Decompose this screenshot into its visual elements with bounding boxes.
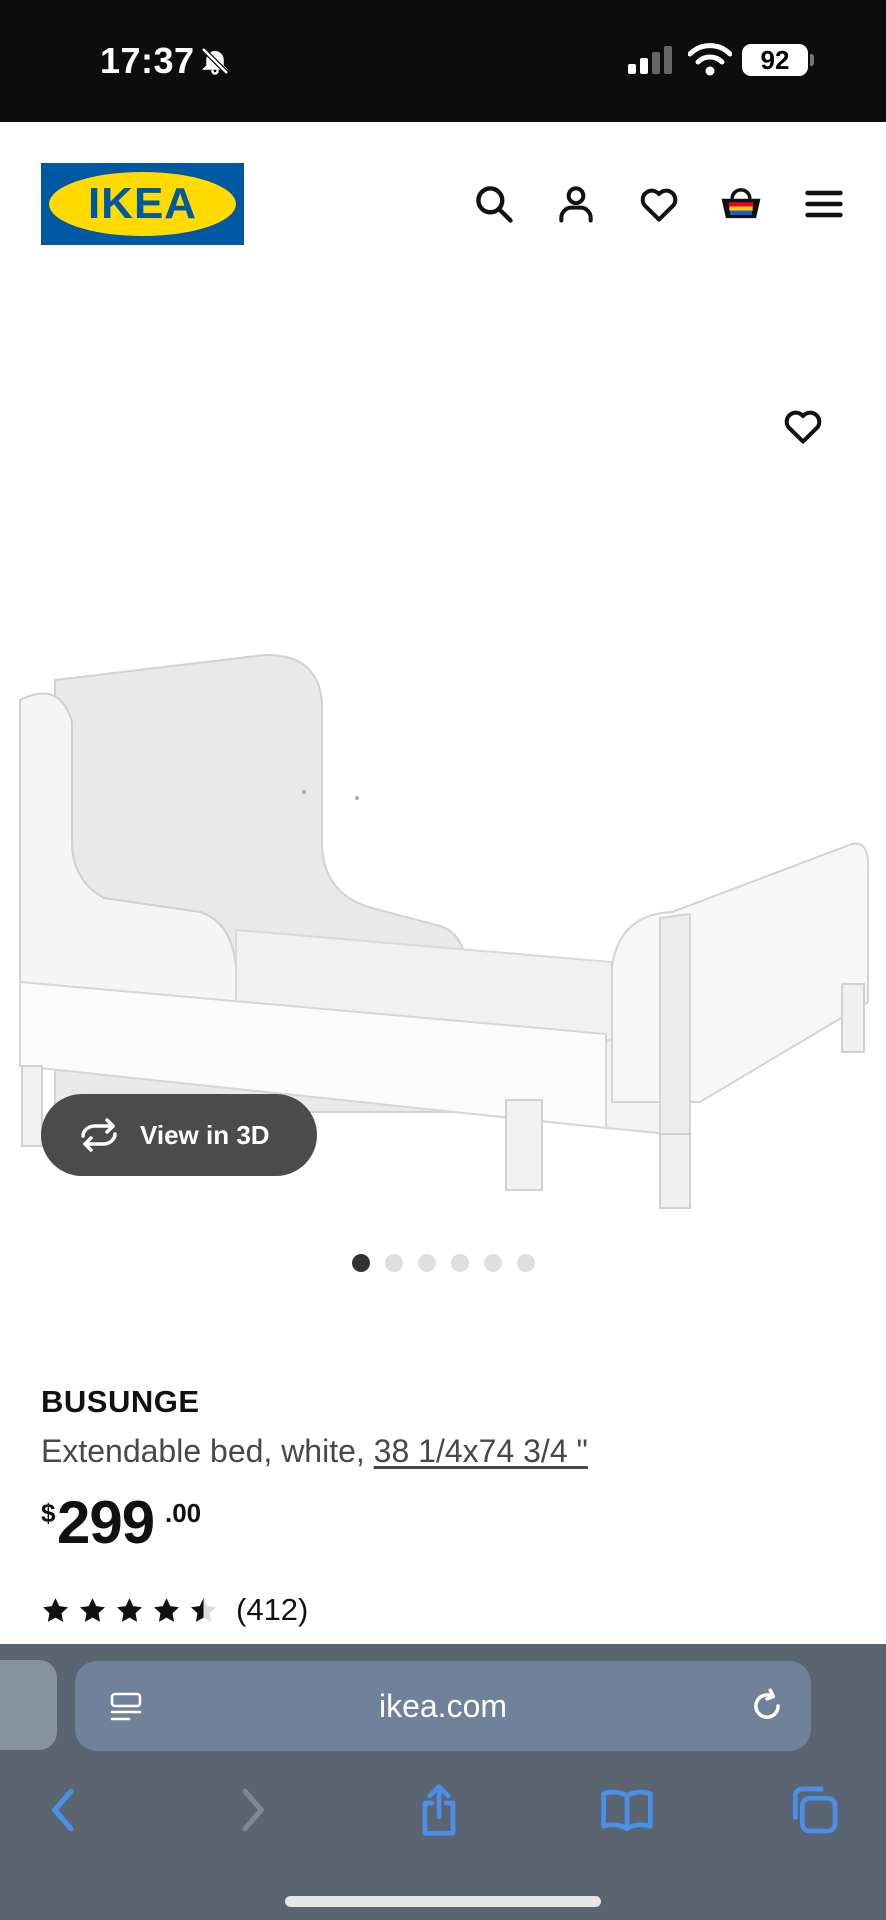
pagination-dot-6[interactable] (517, 1254, 535, 1272)
heart-icon[interactable] (637, 182, 681, 226)
product-gallery[interactable]: View in 3D (0, 282, 886, 1272)
view-in-3d-label: View in 3D (140, 1120, 270, 1150)
search-icon[interactable] (472, 182, 516, 226)
status-time: 17:37 (100, 40, 195, 81)
forward-icon (224, 1782, 280, 1838)
product-description: Extendable bed, white, 38 1/4x74 3/4 " (41, 1433, 588, 1470)
price-currency: $ (41, 1498, 56, 1528)
url-text: ikea.com (378, 1688, 508, 1724)
account-icon[interactable] (554, 182, 598, 226)
star-icon (117, 1598, 142, 1622)
site-header: IKEA (0, 122, 886, 282)
rotate-3d-icon (77, 1118, 121, 1157)
product-size-link[interactable]: 38 1/4x74 3/4 " (374, 1433, 588, 1469)
pagination-dot-3[interactable] (418, 1254, 436, 1272)
pagination-dot-1[interactable] (352, 1254, 370, 1272)
ikea-logo[interactable]: IKEA (41, 163, 244, 245)
reload-icon[interactable] (748, 1687, 786, 1730)
share-icon[interactable] (411, 1782, 467, 1838)
half-star-icon (191, 1598, 216, 1622)
rating-stars (41, 1596, 218, 1625)
star-icon (80, 1598, 105, 1622)
pagination-dot-5[interactable] (484, 1254, 502, 1272)
price-integer: 299 (57, 1489, 155, 1556)
logo-oval: IKEA (49, 172, 236, 236)
browser-toolbar: ikea.com (0, 1644, 886, 1920)
star-icon (154, 1598, 179, 1622)
pagination-dot-4[interactable] (451, 1254, 469, 1272)
menu-icon[interactable] (802, 182, 846, 226)
logo-text: IKEA (87, 179, 198, 228)
view-in-3d-button[interactable]: View in 3D (41, 1094, 317, 1176)
star-icon (43, 1598, 68, 1622)
price-decimal: .00 (165, 1498, 202, 1528)
cellular-signal-icon (628, 46, 674, 79)
back-icon[interactable] (36, 1782, 92, 1838)
product-description-text: Extendable bed, white, (41, 1433, 374, 1469)
home-indicator (285, 1896, 601, 1907)
basket-icon[interactable] (718, 182, 762, 226)
image-pagination (352, 1254, 535, 1274)
status-bar: 17:37 92 (0, 0, 886, 122)
tabs-icon[interactable] (786, 1782, 842, 1838)
battery-tip (810, 54, 814, 66)
wifi-icon (687, 42, 733, 81)
bookmarks-icon[interactable] (599, 1782, 655, 1838)
bell-slash-icon (200, 46, 230, 81)
review-count[interactable]: (412) (236, 1592, 308, 1628)
previous-tab-preview[interactable] (0, 1660, 57, 1750)
address-bar[interactable]: ikea.com (75, 1661, 811, 1751)
add-to-favourites-button[interactable] (781, 404, 825, 448)
battery-icon: 92 (742, 44, 808, 76)
product-name: BUSUNGE (41, 1384, 200, 1419)
pagination-dot-2[interactable] (385, 1254, 403, 1272)
